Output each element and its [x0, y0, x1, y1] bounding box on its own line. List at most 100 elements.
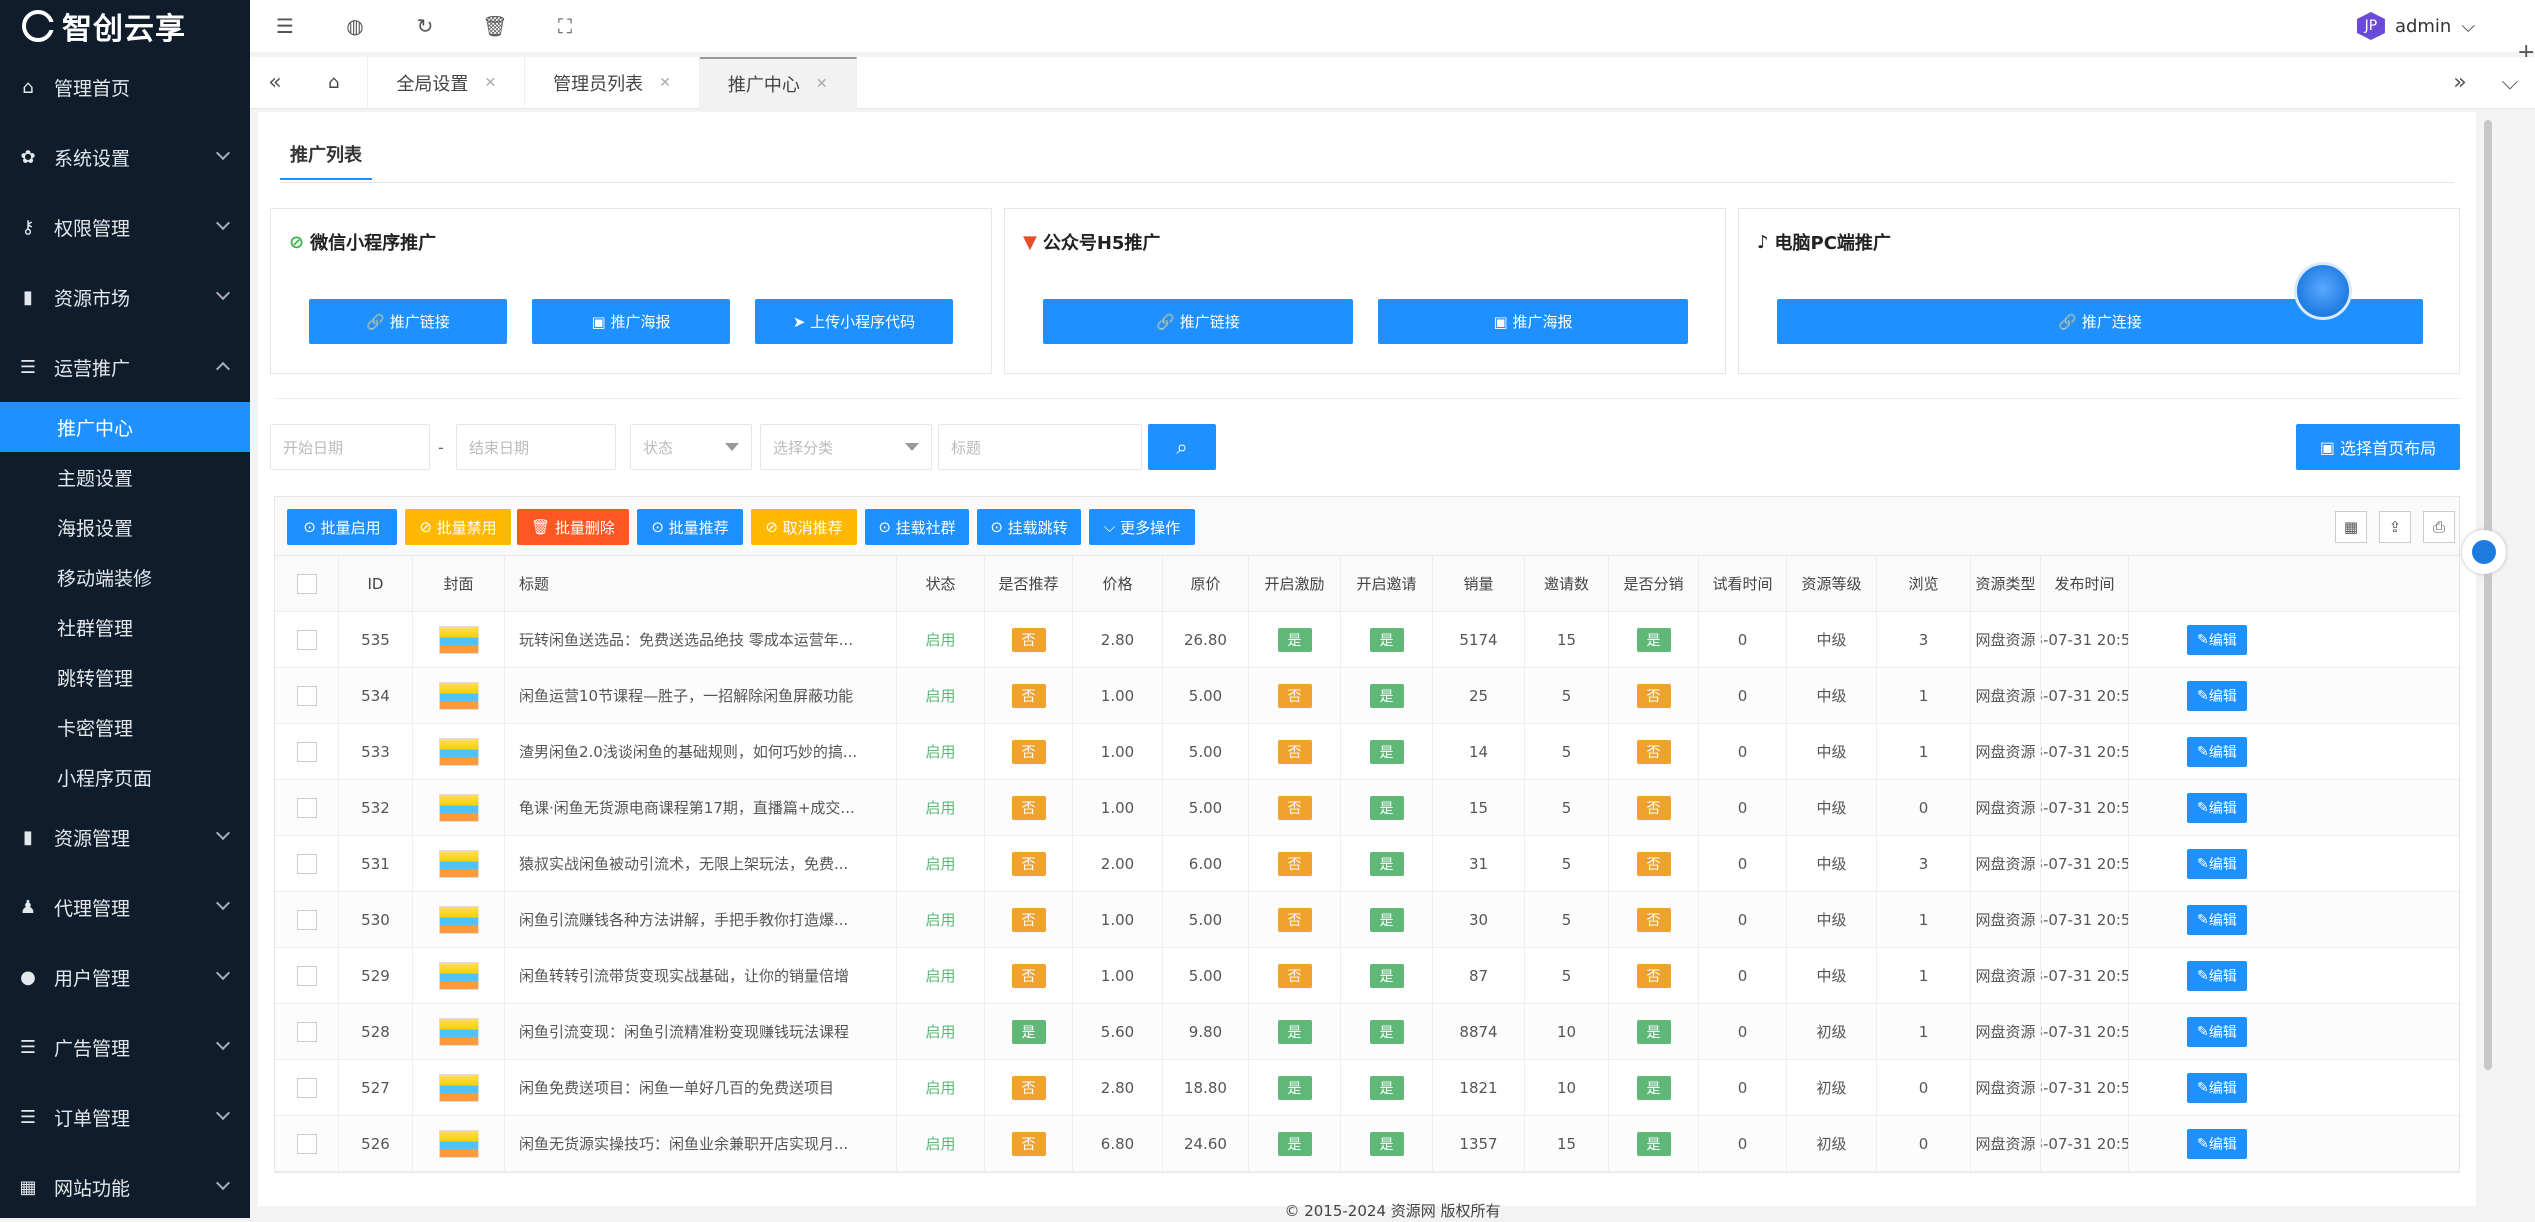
yes-no-badge[interactable]: 否 [1011, 683, 1046, 708]
brand-logo[interactable]: 智创云享 [0, 0, 250, 52]
tabs-dropdown-icon[interactable]: ⌵ [2485, 70, 2535, 95]
table-row[interactable]: 531 猿叔实战闲鱼被动引流术，无限上架玩法，免费... 启用否 2.00 6.00 否是… [275, 836, 2459, 892]
row-checkbox[interactable] [296, 965, 317, 986]
status-text[interactable]: 启用 [925, 853, 955, 874]
wechat-poster-button[interactable]: ▣ 推广海报 [532, 299, 730, 344]
yes-no-badge[interactable]: 是 [1369, 1131, 1404, 1156]
yes-no-badge[interactable]: 是 [1369, 627, 1404, 652]
row-checkbox[interactable] [296, 853, 317, 874]
yes-no-badge[interactable]: 是 [1277, 627, 1312, 652]
cover-image[interactable] [438, 681, 479, 710]
cover-image[interactable] [438, 1073, 479, 1102]
status-text[interactable]: 启用 [925, 1133, 955, 1154]
sidebar-subitem[interactable]: 社群管理 [0, 602, 250, 652]
yes-no-badge[interactable]: 否 [1636, 683, 1671, 708]
yes-no-badge[interactable]: 否 [1011, 1131, 1046, 1156]
yes-no-badge[interactable]: 是 [1277, 1075, 1312, 1100]
yes-no-badge[interactable]: 否 [1011, 795, 1046, 820]
sidebar-item[interactable]: ▮ 资源市场 [0, 262, 250, 332]
table-row[interactable]: 530 闲鱼引流赚钱各种方法讲解，手把手教你打造爆... 启用否 1.00 5.00 否是… [275, 892, 2459, 948]
sidebar-item[interactable]: ▦ 网站功能 [0, 1152, 250, 1222]
cover-image[interactable] [438, 849, 479, 878]
row-checkbox[interactable] [296, 1021, 317, 1042]
sidebar-item[interactable]: ☰ 广告管理 [0, 1012, 250, 1082]
row-checkbox[interactable] [296, 741, 317, 762]
yes-no-badge[interactable]: 是 [1369, 1019, 1404, 1044]
yes-no-badge[interactable]: 是 [1369, 963, 1404, 988]
search-button[interactable]: ⌕ [1148, 424, 1216, 470]
cover-image[interactable] [438, 905, 479, 934]
scrollbar[interactable] [2484, 120, 2492, 1070]
yes-no-badge[interactable]: 是 [1636, 1131, 1671, 1156]
title-input[interactable]: 标题 [938, 424, 1142, 470]
category-select[interactable]: 选择分类 [760, 424, 932, 470]
yes-no-badge[interactable]: 否 [1636, 907, 1671, 932]
yes-no-badge[interactable]: 否 [1011, 627, 1046, 652]
row-checkbox[interactable] [296, 1077, 317, 1098]
batch-enable-button[interactable]: ⊙ 批量启用 [287, 509, 397, 545]
status-text[interactable]: 启用 [925, 1021, 955, 1042]
tab-admin-list[interactable]: 管理员列表 ✕ [525, 56, 700, 109]
yes-no-badge[interactable]: 是 [1277, 1019, 1312, 1044]
table-row[interactable]: 528 闲鱼引流变现：闲鱼引流精准粉变现赚钱玩法课程 启用 是 5.60 9.80 是 是 88… [275, 1004, 2459, 1060]
close-icon[interactable]: ✕ [484, 75, 496, 91]
table-row[interactable]: 527 闲鱼免费送项目：闲鱼一单好几百的免费送项目 启用 否 2.80 18.80 是 是 18… [275, 1060, 2459, 1116]
table-row[interactable]: 533 渣男闲鱼2.0浅谈闲鱼的基础规则，如何巧妙的搞... 启用 否 1.00 5.00… [275, 724, 2459, 780]
row-checkbox[interactable] [296, 685, 317, 706]
sidebar-item[interactable]: ▮ 资源管理 [0, 802, 250, 872]
table-row[interactable]: 534 闲鱼运营10节课程—胜子，一招解除闲鱼屏蔽功能 启用 否 1.00 5.00 否 是 2… [275, 668, 2459, 724]
globe-icon[interactable]: ◍ [320, 14, 390, 38]
yes-no-badge[interactable]: 否 [1011, 739, 1046, 764]
status-text[interactable]: 启用 [925, 909, 955, 930]
print-icon[interactable]: ⎙ [2423, 511, 2455, 543]
sidebar-item[interactable]: ⌂ 管理首页 [0, 52, 250, 122]
batch-delete-button[interactable]: 🗑 批量删除 [517, 509, 629, 545]
sidebar-item[interactable]: ⚷ 权限管理 [0, 192, 250, 262]
yes-no-badge[interactable]: 是 [1636, 627, 1671, 652]
cover-image[interactable] [438, 1017, 479, 1046]
edit-button[interactable]: ✎ 编辑 [2187, 848, 2247, 879]
yes-no-badge[interactable]: 是 [1636, 1019, 1671, 1044]
yes-no-badge[interactable]: 是 [1369, 739, 1404, 764]
end-date-input[interactable]: 结束日期 [456, 424, 616, 470]
yes-no-badge[interactable]: 否 [1636, 739, 1671, 764]
sidebar-item[interactable]: ♟ 代理管理 [0, 872, 250, 942]
status-text[interactable]: 启用 [925, 685, 955, 706]
yes-no-badge[interactable]: 是 [1011, 1019, 1046, 1044]
status-text[interactable]: 启用 [925, 741, 955, 762]
tab-home[interactable]: ⌂ [300, 56, 369, 109]
yes-no-badge[interactable]: 否 [1011, 1075, 1046, 1100]
table-row[interactable]: 526 闲鱼无货源实操技巧：闲鱼业余兼职开店实现月... 启用 否 6.80 24.60 是… [275, 1116, 2459, 1172]
close-icon[interactable]: ✕ [659, 75, 671, 91]
close-icon[interactable]: ✕ [816, 76, 828, 92]
sidebar-item[interactable]: ☰ 订单管理 [0, 1082, 250, 1152]
sidebar-subitem[interactable]: 推广中心 [0, 402, 250, 452]
yes-no-badge[interactable]: 否 [1277, 851, 1312, 876]
yes-no-badge[interactable]: 否 [1011, 963, 1046, 988]
table-row[interactable]: 532 龟课·闲鱼无货源电商课程第17期，直播篇+成交... 启用 否 1.00 5.00… [275, 780, 2459, 836]
tab-promotion-center[interactable]: 推广中心 ✕ [699, 56, 857, 109]
edit-button[interactable]: ✎ 编辑 [2187, 736, 2247, 767]
sidebar-subitem[interactable]: 移动端装修 [0, 552, 250, 602]
edit-button[interactable]: ✎ 编辑 [2187, 960, 2247, 991]
sidebar-subitem[interactable]: 卡密管理 [0, 702, 250, 752]
fullscreen-icon[interactable]: ⛶ [530, 14, 600, 38]
yes-no-badge[interactable]: 是 [1369, 1075, 1404, 1100]
edit-button[interactable]: ✎ 编辑 [2187, 1128, 2247, 1159]
yes-no-badge[interactable]: 否 [1277, 795, 1312, 820]
status-text[interactable]: 启用 [925, 629, 955, 650]
yes-no-badge[interactable]: 是 [1636, 1075, 1671, 1100]
more-actions-button[interactable]: ⌵ 更多操作 [1089, 509, 1195, 545]
batch-recommend-button[interactable]: ⊙ 批量推荐 [637, 509, 743, 545]
assistant-bubble-icon[interactable] [2294, 262, 2352, 320]
yes-no-badge[interactable]: 否 [1636, 795, 1671, 820]
upload-code-button[interactable]: ➤ 上传小程序代码 [755, 299, 953, 344]
yes-no-badge[interactable]: 是 [1277, 1131, 1312, 1156]
yes-no-badge[interactable]: 否 [1011, 851, 1046, 876]
edit-button[interactable]: ✎ 编辑 [2187, 792, 2247, 823]
cover-image[interactable] [438, 793, 479, 822]
sidebar-subitem[interactable]: 跳转管理 [0, 652, 250, 702]
yes-no-badge[interactable]: 是 [1369, 907, 1404, 932]
yes-no-badge[interactable]: 否 [1277, 963, 1312, 988]
yes-no-badge[interactable]: 否 [1636, 963, 1671, 988]
